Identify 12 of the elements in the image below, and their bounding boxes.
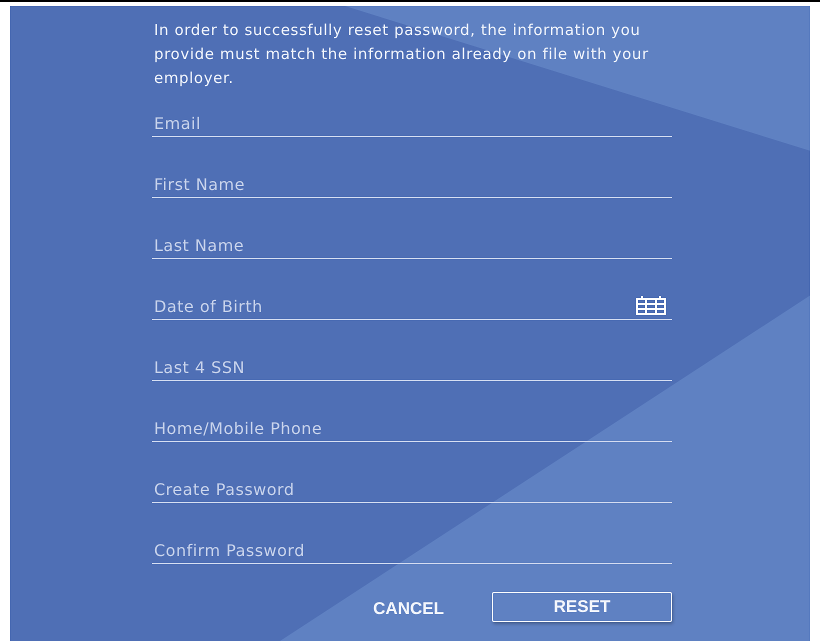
input-field[interactable]: Home/Mobile Phone <box>152 405 672 442</box>
input-field[interactable]: Email <box>152 100 672 137</box>
reset-button[interactable]: RESET <box>492 592 672 622</box>
intro-text: In order to successfully reset password, the information you provide must match the information already on file with your employer. <box>154 20 650 89</box>
calendar-icon[interactable] <box>636 295 666 315</box>
input-field[interactable]: Confirm Password <box>152 527 672 564</box>
input-field[interactable]: Last 4 SSN <box>152 344 672 381</box>
input-field[interactable]: Date of Birth <box>152 283 672 320</box>
cancel-button[interactable]: CANCEL <box>365 594 452 624</box>
input-field[interactable]: Create Password <box>152 466 672 503</box>
input-field[interactable]: First Name <box>152 161 672 198</box>
input-field[interactable]: Last Name <box>152 222 672 259</box>
